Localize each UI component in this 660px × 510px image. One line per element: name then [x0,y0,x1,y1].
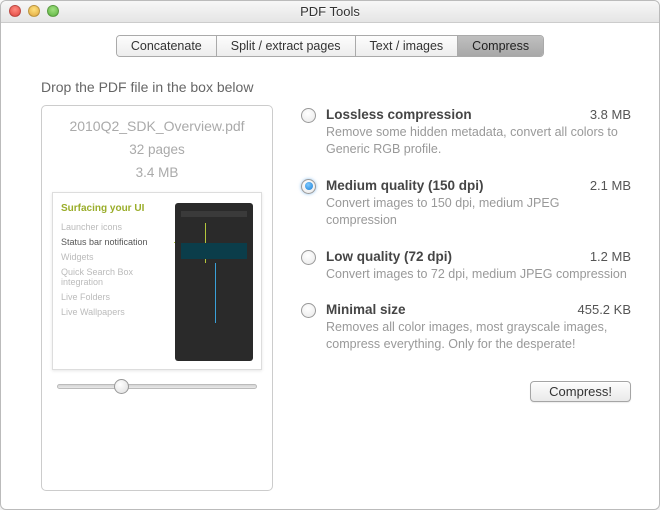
traffic-lights [9,5,59,17]
option-size: 455.2 KB [578,302,632,317]
preview-item: Quick Search Box integration [61,267,169,287]
file-name: 2010Q2_SDK_Overview.pdf [69,118,244,134]
option-title: Low quality (72 dpi) [326,249,452,264]
option-medium[interactable]: Medium quality (150 dpi) 2.1 MB Convert … [301,178,631,229]
radio-icon[interactable] [301,250,316,265]
option-minimal[interactable]: Minimal size 455.2 KB Removes all color … [301,302,631,353]
page-preview: Surfacing your UI Launcher icons Status … [52,192,262,370]
option-title: Medium quality (150 dpi) [326,178,484,193]
content-area: Drop the PDF file in the box below 2010Q… [1,57,659,509]
option-low[interactable]: Low quality (72 dpi) 1.2 MB Convert imag… [301,249,631,283]
preview-device-icon [175,203,253,361]
preview-item: Launcher icons [61,222,169,232]
option-size: 1.2 MB [590,249,631,264]
page-slider[interactable] [57,384,257,389]
zoom-icon[interactable] [47,5,59,17]
tab-text-images[interactable]: Text / images [356,36,459,56]
radio-icon[interactable] [301,108,316,123]
radio-icon[interactable] [301,303,316,318]
option-desc: Convert images to 72 dpi, medium JPEG co… [326,266,631,283]
minimize-icon[interactable] [28,5,40,17]
preview-title: Surfacing your UI [61,203,169,214]
tab-compress[interactable]: Compress [458,36,543,56]
tab-bar: Concatenate Split / extract pages Text /… [116,35,544,57]
option-title: Lossless compression [326,107,472,122]
preview-item: Status bar notification [61,237,169,247]
compress-button[interactable]: Compress! [530,381,631,402]
window-title: PDF Tools [300,4,360,19]
dropzone[interactable]: 2010Q2_SDK_Overview.pdf 32 pages 3.4 MB … [41,105,273,491]
tab-concatenate[interactable]: Concatenate [117,36,217,56]
tab-split-extract[interactable]: Split / extract pages [217,36,356,56]
preview-item: Widgets [61,252,169,262]
option-size: 3.8 MB [590,107,631,122]
radio-icon[interactable] [301,179,316,194]
option-title: Minimal size [326,302,406,317]
option-desc: Removes all color images, most grayscale… [326,319,631,353]
file-pages: 32 pages [129,142,185,157]
preview-item: Live Folders [61,292,169,302]
titlebar: PDF Tools [1,1,659,23]
main-row: 2010Q2_SDK_Overview.pdf 32 pages 3.4 MB … [41,105,631,491]
app-window: PDF Tools Concatenate Split / extract pa… [0,0,660,510]
slider-knob-icon[interactable] [114,379,129,394]
option-desc: Remove some hidden metadata, convert all… [326,124,631,158]
option-lossless[interactable]: Lossless compression 3.8 MB Remove some … [301,107,631,158]
file-size: 3.4 MB [136,165,179,180]
option-desc: Convert images to 150 dpi, medium JPEG c… [326,195,631,229]
option-size: 2.1 MB [590,178,631,193]
instruction-text: Drop the PDF file in the box below [41,79,631,95]
preview-item: Live Wallpapers [61,307,169,317]
options-list: Lossless compression 3.8 MB Remove some … [301,105,631,491]
footer: Compress! [301,381,631,402]
close-icon[interactable] [9,5,21,17]
preview-text-column: Surfacing your UI Launcher icons Status … [61,203,169,361]
